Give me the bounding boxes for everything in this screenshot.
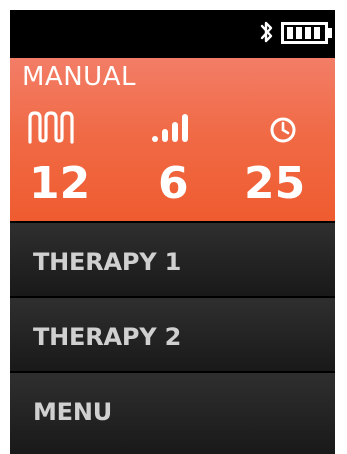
program-title: MANUAL [22,62,136,92]
menu-item-menu[interactable]: MENU [10,371,335,454]
bluetooth-icon [260,21,273,43]
pulse-rate-value: 12 [29,158,91,209]
menu-item-label: THERAPY 2 [33,323,182,351]
timer-value: 25 [244,158,306,209]
status-bar [10,10,335,54]
battery-icon [281,22,332,44]
intensity-value: 6 [158,158,189,209]
pulse-wave-icon [28,111,74,144]
menu-item-label: MENU [33,398,113,426]
menu-item-therapy-2[interactable]: THERAPY 2 [10,296,335,371]
menu-item-label: THERAPY 1 [33,248,182,276]
signal-bars-icon [152,114,188,142]
menu-item-therapy-1[interactable]: THERAPY 1 [10,221,335,296]
timer-icon [270,117,296,143]
